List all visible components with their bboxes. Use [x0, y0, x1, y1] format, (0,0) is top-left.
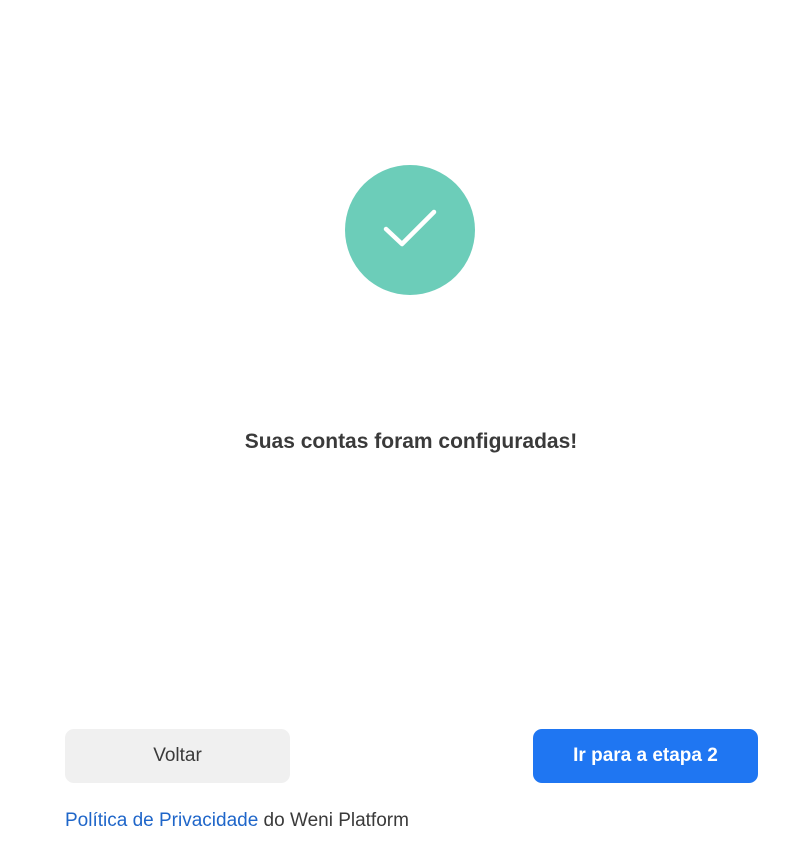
privacy-policy-link[interactable]: Política de Privacidade	[65, 810, 258, 831]
success-message: Suas contas foram configuradas!	[244, 430, 578, 453]
setup-complete-page: Suas contas foram configuradas! Voltar I…	[0, 0, 805, 868]
check-icon	[383, 209, 437, 247]
footer-suffix: do Weni Platform	[258, 810, 409, 831]
go-to-step-2-button[interactable]: Ir para a etapa 2	[533, 729, 758, 783]
back-button[interactable]: Voltar	[65, 729, 290, 783]
footer-privacy: Política de Privacidade do Weni Platform	[65, 810, 409, 832]
success-check-icon	[345, 165, 475, 295]
